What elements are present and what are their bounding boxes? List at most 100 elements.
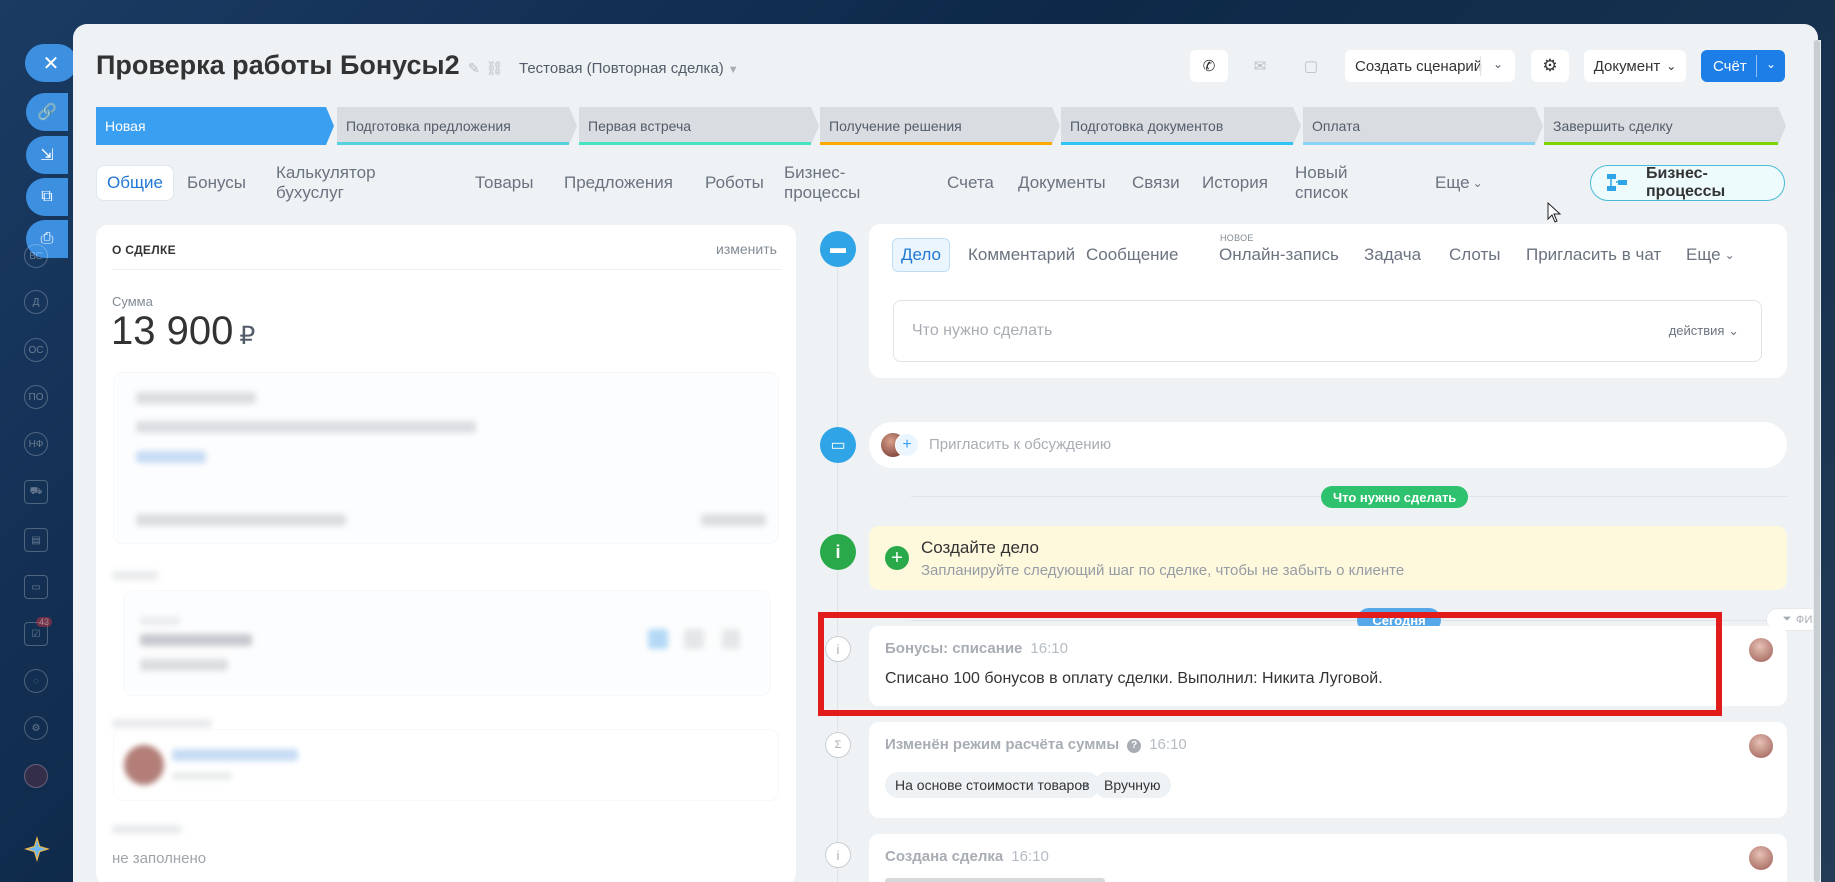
stage-new[interactable]: Новая [96, 107, 334, 145]
left-sidebar: ✕ 🔗 ⇲ ⧉ ⎙ ВС Д ОС ПО НФ ⛟ ▤ ▭ ☑ 43 ◌ ⚙ [0, 0, 77, 882]
editor-tab-more[interactable]: Еще ⌄ [1678, 238, 1743, 272]
category-selector[interactable]: Тестовая (Повторная сделка) ▼ [519, 60, 739, 77]
invoice-label: Счёт [1713, 57, 1747, 75]
tab-general[interactable]: Общие [96, 165, 174, 201]
tab-robots[interactable]: Роботы [695, 165, 774, 201]
filter-icon: ⏷ [1782, 613, 1792, 625]
comment-bubble-icon: ▭ [820, 427, 856, 463]
chevron-down-icon[interactable]: ⌄ [1766, 57, 1776, 71]
red-highlight-frame [818, 612, 1722, 716]
invoice-button[interactable]: Счёт ⌄ [1701, 50, 1785, 82]
phone-icon: ✆ [1202, 58, 1216, 75]
notifications-icon[interactable] [24, 764, 48, 788]
import-icon[interactable]: ⇲ [26, 136, 68, 174]
tab-products[interactable]: Товары [465, 165, 543, 201]
activity-editor: Дело Комментарий Сообщение НОВОЕ Онлайн-… [869, 224, 1787, 378]
tab-more[interactable]: Еще ⌄ [1425, 165, 1493, 201]
deal-slider: Проверка работы Бонусы2 ✎⛓ Тестовая (Пов… [73, 24, 1818, 882]
stage-documents[interactable]: Подготовка документов [1061, 107, 1301, 145]
actions-dropdown[interactable]: действия ⌄ [1669, 323, 1739, 339]
call-button[interactable]: ✆ [1190, 50, 1228, 82]
monitor-icon[interactable]: ▭ [24, 575, 48, 599]
chevron-down-icon: ⌄ [1472, 176, 1483, 190]
todo-placeholder: Что нужно сделать [912, 322, 1053, 339]
business-processes-button[interactable]: Бизнес-процессы [1590, 165, 1785, 201]
create-task-prompt: + Создайте дело Запланируйте следующий ш… [869, 526, 1787, 590]
help-icon[interactable]: ? [1127, 739, 1142, 753]
chevron-down-icon[interactable]: ⌄ [1493, 57, 1503, 71]
tasks-badge: 43 [36, 617, 53, 627]
sigma-icon: Σ [825, 732, 851, 758]
old-value-chip: На основе стоимости товаров [885, 772, 1100, 798]
avatar[interactable] [1749, 846, 1773, 870]
editor-tab-invite-chat[interactable]: Пригласить в чат [1518, 238, 1669, 272]
copilot-logo-icon[interactable] [22, 834, 52, 864]
create-task-title[interactable]: Создайте дело [921, 538, 1039, 558]
add-participant-icon[interactable]: + [895, 433, 919, 457]
chat-button[interactable]: ▢ [1292, 50, 1330, 82]
tab-new-list[interactable]: Новый список [1285, 163, 1358, 202]
create-scenario-label: Создать сценарий [1355, 57, 1483, 75]
add-task-icon[interactable]: + [885, 546, 909, 570]
tab-links[interactable]: Связи [1122, 165, 1190, 201]
open-external-icon[interactable]: ⧉ [26, 178, 68, 216]
avatar[interactable] [1749, 638, 1773, 662]
create-scenario-button[interactable]: Создать сценарий ⌄ [1345, 50, 1515, 82]
new-value-chip: Вручную [1094, 772, 1171, 798]
document-button[interactable]: Документ ⌄ [1584, 50, 1686, 82]
timeline-event-sum-mode: Изменён режим расчёта суммы? 16:10 На осн… [869, 722, 1787, 818]
editor-tab-comment[interactable]: Комментарий [960, 238, 1083, 272]
chat-icon: ▢ [1303, 58, 1319, 75]
stage-finish[interactable]: Завершить сделку [1544, 107, 1786, 145]
invite-to-discussion[interactable]: + Пригласить к обсуждению [869, 422, 1787, 468]
tab-documents[interactable]: Документы [1008, 165, 1116, 201]
settings-icon[interactable]: ⚙ [24, 716, 48, 740]
close-slider-button[interactable]: ✕ [25, 44, 77, 82]
email-button[interactable]: ✉ [1241, 50, 1279, 82]
about-deal-title: О СДЕЛКЕ [112, 243, 176, 257]
link-icon[interactable]: 🔗 [26, 93, 68, 131]
sidebar-item-os[interactable]: ОС [24, 338, 48, 362]
tab-calculator[interactable]: Калькулятор бухуслуг [266, 163, 386, 202]
edit-link[interactable]: изменить [716, 241, 777, 257]
sidebar-item-vs[interactable]: ВС [24, 244, 48, 268]
stage-proposal[interactable]: Подготовка предложения [337, 107, 577, 145]
tab-business-processes[interactable]: Бизнес-процессы [774, 163, 870, 202]
todo-input[interactable]: Что нужно сделать действия ⌄ [893, 300, 1762, 362]
editor-tab-slots[interactable]: Слоты [1441, 238, 1508, 272]
event-title: Изменён режим расчёта суммы? 16:10 [885, 736, 1187, 753]
gear-icon: ⚙ [1542, 56, 1558, 75]
invite-placeholder: Пригласить к обсуждению [929, 436, 1112, 453]
cart-icon[interactable]: ⛟ [24, 480, 48, 504]
chevron-down-icon: ⌄ [1728, 323, 1739, 338]
editor-tab-task[interactable]: Дело [892, 238, 950, 272]
mouse-cursor-icon [1547, 202, 1562, 223]
chevron-down-icon: ⌄ [1666, 59, 1677, 73]
editor-tab-booking[interactable]: Онлайн-запись [1211, 238, 1347, 272]
stage-payment[interactable]: Оплата [1303, 107, 1543, 145]
stage-decision[interactable]: Получение решения [820, 107, 1060, 145]
sidebar-item-d[interactable]: Д [24, 290, 48, 314]
settings-button[interactable]: ⚙ [1531, 50, 1569, 82]
tab-proposals[interactable]: Предложения [554, 165, 683, 201]
avatar[interactable] [1749, 734, 1773, 758]
copy-link-icon[interactable]: ⛓ [486, 60, 510, 76]
chevron-down-icon: ⌄ [1724, 248, 1735, 262]
envelope-icon: ✉ [1253, 58, 1267, 75]
tab-bonuses[interactable]: Бонусы [177, 165, 256, 201]
tab-history[interactable]: История [1192, 165, 1278, 201]
scrollbar[interactable] [1813, 40, 1821, 882]
stage-first-meeting[interactable]: Первая встреча [579, 107, 819, 145]
editor-tab-todo[interactable]: Задача [1356, 238, 1429, 272]
info-circle-icon: i [825, 842, 851, 868]
business-process-icon [1607, 174, 1627, 191]
sidebar-item-nf[interactable]: НФ [24, 432, 48, 456]
info-icon: i [820, 534, 856, 570]
edit-pencil-icon[interactable]: ✎ [468, 60, 486, 76]
editor-tab-message[interactable]: Сообщение [1078, 238, 1187, 272]
contacts-icon[interactable]: ▤ [24, 528, 48, 552]
arrow-right-icon: → [1077, 775, 1091, 791]
automation-icon[interactable]: ◌ [24, 669, 48, 693]
tab-invoices[interactable]: Счета [937, 165, 1004, 201]
sidebar-item-po[interactable]: ПО [24, 385, 48, 409]
